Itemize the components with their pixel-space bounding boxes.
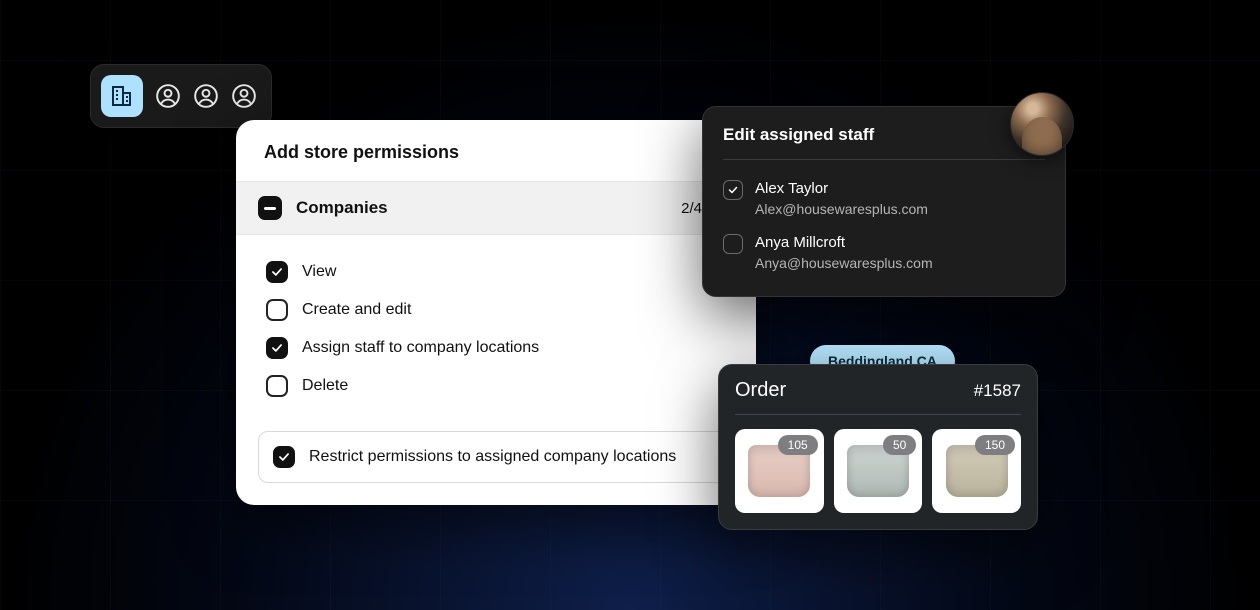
permission-row[interactable]: Delete [266, 367, 726, 405]
permission-scope-toolbar [90, 64, 272, 128]
permission-label: Delete [302, 377, 348, 395]
permission-label: Assign staff to company locations [302, 339, 539, 357]
order-item[interactable]: 105 [735, 429, 824, 513]
quantity-badge: 150 [975, 435, 1015, 455]
permission-row[interactable]: Assign staff to company locations [266, 329, 726, 367]
checkbox[interactable] [266, 375, 288, 397]
staff-name: Alex Taylor [755, 178, 928, 199]
restrict-label: Restrict permissions to assigned company… [309, 448, 676, 466]
permission-group-header[interactable]: Companies 2/4 [236, 182, 756, 235]
person-icon[interactable] [231, 83, 257, 109]
avatar [1010, 92, 1074, 156]
checkbox[interactable] [266, 337, 288, 359]
order-item[interactable]: 50 [834, 429, 923, 513]
permission-label: View [302, 263, 336, 281]
indeterminate-checkbox[interactable] [258, 196, 282, 220]
group-label: Companies [296, 198, 667, 218]
checkbox[interactable] [266, 299, 288, 321]
company-scope-tile[interactable] [101, 75, 143, 117]
card-title: Edit assigned staff [723, 125, 1045, 160]
building-icon [110, 84, 134, 108]
checkbox[interactable] [266, 261, 288, 283]
checkbox[interactable] [273, 446, 295, 468]
quantity-badge: 105 [778, 435, 818, 455]
card-title: Add store permissions [236, 120, 756, 182]
permission-row[interactable]: Create and edit [266, 291, 726, 329]
order-title: Order [735, 379, 786, 402]
order-item[interactable]: 150 [932, 429, 1021, 513]
permission-row[interactable]: View [266, 253, 726, 291]
person-icon[interactable] [155, 83, 181, 109]
permission-list: View Create and edit Assign staff to com… [236, 235, 756, 425]
checkbox[interactable] [723, 180, 743, 200]
order-number: #1587 [974, 381, 1021, 401]
permission-label: Create and edit [302, 301, 411, 319]
store-permissions-card: Add store permissions Companies 2/4 View… [236, 120, 756, 505]
order-items: 105 50 150 [735, 429, 1021, 513]
staff-name: Anya Millcroft [755, 232, 933, 253]
restrict-permissions-box[interactable]: Restrict permissions to assigned company… [258, 431, 734, 483]
staff-email: Alex@housewaresplus.com [755, 199, 928, 220]
order-card: Order #1587 105 50 150 [718, 364, 1038, 530]
staff-row[interactable]: Anya Millcroft Anya@housewaresplus.com [723, 226, 1045, 280]
group-count: 2/4 [681, 200, 702, 217]
staff-row[interactable]: Alex Taylor Alex@housewaresplus.com [723, 172, 1045, 226]
person-icon[interactable] [193, 83, 219, 109]
staff-email: Anya@housewaresplus.com [755, 253, 933, 274]
checkbox[interactable] [723, 234, 743, 254]
quantity-badge: 50 [883, 435, 916, 455]
